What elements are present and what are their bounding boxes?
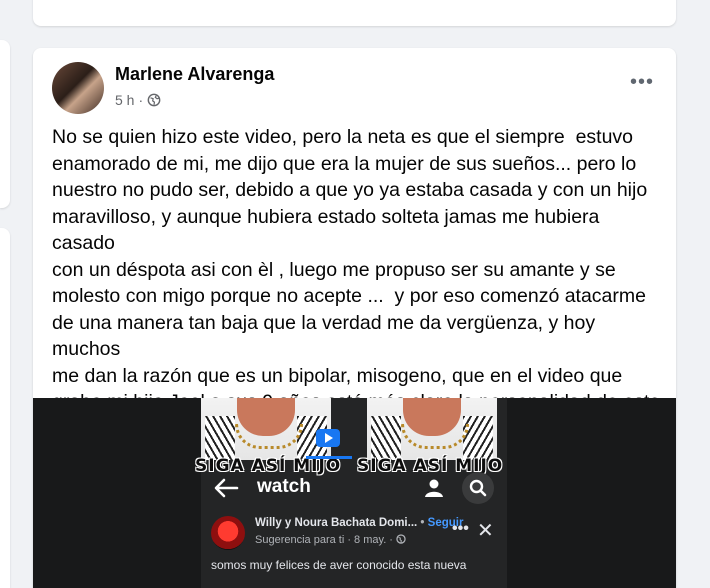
page-avatar[interactable] bbox=[211, 516, 245, 550]
watch-header: watch bbox=[201, 470, 507, 506]
post-card: Marlene Alvarenga 5 h · ••• No se quien … bbox=[33, 48, 676, 588]
video-thumbnail-right bbox=[367, 398, 497, 460]
post-text: No se quien hizo este video, pero la net… bbox=[52, 126, 660, 440]
suggestion-more-button[interactable]: ••• bbox=[452, 520, 469, 538]
page-name-line: Willy y Noura Bachata Domi... • Seguir bbox=[255, 517, 463, 529]
suggested-page-row: Willy y Noura Bachata Domi... • Seguir S… bbox=[201, 510, 507, 554]
watch-title: watch bbox=[257, 476, 311, 497]
suggestion-text: Sugerencia para ti · 8 may. · bbox=[255, 534, 393, 546]
suggestion-meta: Sugerencia para ti · 8 may. · bbox=[255, 534, 406, 546]
author-avatar[interactable] bbox=[52, 62, 104, 114]
video-thumbnail-left bbox=[201, 398, 331, 460]
author-name[interactable]: Marlene Alvarenga bbox=[115, 64, 274, 85]
page-name[interactable]: Willy y Noura Bachata Domi... bbox=[255, 517, 417, 529]
close-suggestion-button[interactable]: ✕ bbox=[477, 518, 494, 543]
post-meta: 5 h · bbox=[115, 92, 161, 108]
watch-tab-icon bbox=[316, 429, 340, 447]
video-player[interactable]: SIGA ASÍ MIJO SIGA ASÍ MIJO watch Willy … bbox=[33, 398, 676, 588]
left-sidebar-card bbox=[0, 40, 10, 208]
post-time[interactable]: 5 h bbox=[115, 92, 134, 108]
post-more-options-button[interactable]: ••• bbox=[630, 72, 654, 92]
meta-separator: · bbox=[138, 92, 144, 108]
profile-icon[interactable] bbox=[423, 478, 445, 498]
video-frame: SIGA ASÍ MIJO SIGA ASÍ MIJO watch Willy … bbox=[195, 398, 507, 588]
search-icon bbox=[469, 479, 487, 497]
video-caption-text: somos muy felices de aver conocido esta … bbox=[211, 558, 467, 572]
back-arrow-icon[interactable] bbox=[213, 478, 239, 498]
left-sidebar-card-lower bbox=[0, 228, 10, 588]
globe-icon[interactable] bbox=[147, 93, 161, 107]
globe-icon bbox=[396, 534, 406, 544]
search-button[interactable] bbox=[462, 472, 494, 504]
watch-tab-indicator bbox=[306, 456, 352, 459]
page-name-bullet: • bbox=[420, 517, 425, 529]
previous-post-card bbox=[33, 0, 676, 26]
